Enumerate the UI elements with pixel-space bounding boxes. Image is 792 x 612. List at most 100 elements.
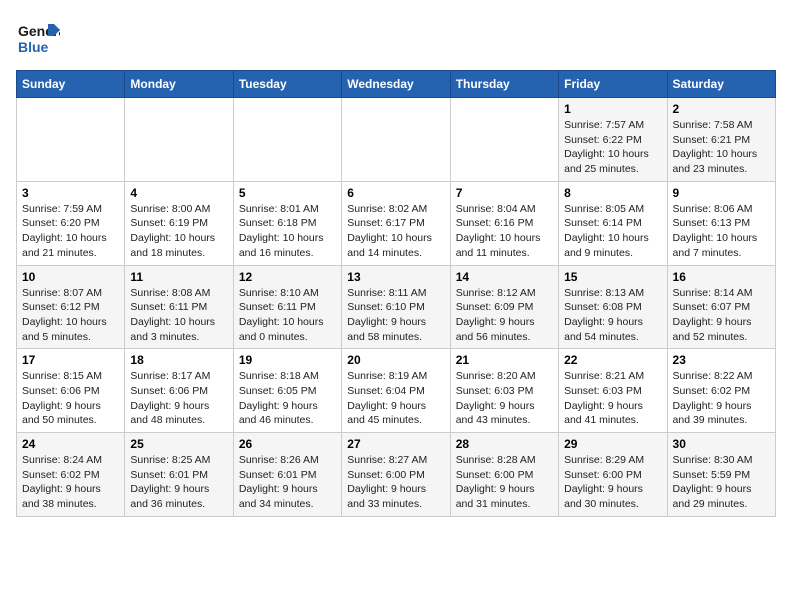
calendar-cell: 30 Sunrise: 8:30 AMSunset: 5:59 PMDayligh… [667,433,775,517]
day-number: 16 [673,270,770,284]
day-info: Sunrise: 8:07 AMSunset: 6:12 PMDaylight:… [22,286,119,345]
day-number: 8 [564,186,661,200]
day-number: 30 [673,437,770,451]
day-info: Sunrise: 8:14 AMSunset: 6:07 PMDaylight:… [673,286,770,345]
calendar-header-row: SundayMondayTuesdayWednesdayThursdayFrid… [17,71,776,98]
weekday-header: Monday [125,71,233,98]
calendar-table: SundayMondayTuesdayWednesdayThursdayFrid… [16,70,776,517]
day-number: 18 [130,353,227,367]
calendar-cell [125,98,233,182]
day-info: Sunrise: 8:29 AMSunset: 6:00 PMDaylight:… [564,453,661,512]
calendar-cell: 25Sunrise: 8:25 AMSunset: 6:01 PMDayligh… [125,433,233,517]
calendar-cell: 16 Sunrise: 8:14 AMSunset: 6:07 PMDayligh… [667,265,775,349]
day-number: 2 [673,102,770,116]
calendar-cell [342,98,450,182]
calendar-cell: 9Sunrise: 8:06 AMSunset: 6:13 PMDaylight… [667,181,775,265]
day-info: Sunrise: 7:58 AMSunset: 6:21 PMDaylight:… [673,118,770,177]
page-header: General Blue [16,16,776,60]
calendar-cell: 11 Sunrise: 8:08 AMSunset: 6:11 PMDayligh… [125,265,233,349]
calendar-cell: 14Sunrise: 8:12 AMSunset: 6:09 PMDayligh… [450,265,558,349]
calendar-cell: 21 Sunrise: 8:20 AMSunset: 6:03 PMDayligh… [450,349,558,433]
day-number: 26 [239,437,336,451]
day-info: Sunrise: 8:08 AMSunset: 6:11 PMDaylight:… [130,286,227,345]
calendar-cell: 1 Sunrise: 7:57 AMSunset: 6:22 PMDaylight… [559,98,667,182]
calendar-cell: 5Sunrise: 8:01 AMSunset: 6:18 PMDaylight… [233,181,341,265]
calendar-cell: 18 Sunrise: 8:17 AMSunset: 6:06 PMDayligh… [125,349,233,433]
calendar-cell: 29 Sunrise: 8:29 AMSunset: 6:00 PMDayligh… [559,433,667,517]
calendar-cell: 3 Sunrise: 7:59 AMSunset: 6:20 PMDaylight… [17,181,125,265]
day-number: 17 [22,353,119,367]
day-number: 11 [130,270,227,284]
day-number: 6 [347,186,444,200]
day-info: Sunrise: 8:01 AMSunset: 6:18 PMDaylight:… [239,202,336,261]
day-number: 28 [456,437,553,451]
calendar-cell: 2 Sunrise: 7:58 AMSunset: 6:21 PMDaylight… [667,98,775,182]
day-number: 12 [239,270,336,284]
day-info: Sunrise: 8:11 AMSunset: 6:10 PMDaylight:… [347,286,444,345]
calendar-cell: 22Sunrise: 8:21 AMSunset: 6:03 PMDayligh… [559,349,667,433]
calendar-cell: 24Sunrise: 8:24 AMSunset: 6:02 PMDayligh… [17,433,125,517]
day-number: 13 [347,270,444,284]
day-info: Sunrise: 8:20 AMSunset: 6:03 PMDaylight:… [456,369,553,428]
calendar-week-row: 24Sunrise: 8:24 AMSunset: 6:02 PMDayligh… [17,433,776,517]
day-number: 27 [347,437,444,451]
day-number: 3 [22,186,119,200]
weekday-header: Tuesday [233,71,341,98]
day-info: Sunrise: 8:25 AMSunset: 6:01 PMDaylight:… [130,453,227,512]
day-number: 21 [456,353,553,367]
day-number: 24 [22,437,119,451]
day-number: 19 [239,353,336,367]
day-number: 20 [347,353,444,367]
calendar-cell [450,98,558,182]
day-info: Sunrise: 8:27 AMSunset: 6:00 PMDaylight:… [347,453,444,512]
calendar-cell: 13 Sunrise: 8:11 AMSunset: 6:10 PMDayligh… [342,265,450,349]
calendar-cell: 6 Sunrise: 8:02 AMSunset: 6:17 PMDaylight… [342,181,450,265]
day-info: Sunrise: 8:05 AMSunset: 6:14 PMDaylight:… [564,202,661,261]
day-info: Sunrise: 8:22 AMSunset: 6:02 PMDaylight:… [673,369,770,428]
day-number: 10 [22,270,119,284]
calendar-cell: 8 Sunrise: 8:05 AMSunset: 6:14 PMDaylight… [559,181,667,265]
day-number: 7 [456,186,553,200]
day-info: Sunrise: 8:30 AMSunset: 5:59 PMDaylight:… [673,453,770,512]
day-info: Sunrise: 8:17 AMSunset: 6:06 PMDaylight:… [130,369,227,428]
weekday-header: Thursday [450,71,558,98]
day-info: Sunrise: 8:26 AMSunset: 6:01 PMDaylight:… [239,453,336,512]
calendar-cell [17,98,125,182]
calendar-cell: 28 Sunrise: 8:28 AMSunset: 6:00 PMDayligh… [450,433,558,517]
calendar-cell: 10 Sunrise: 8:07 AMSunset: 6:12 PMDayligh… [17,265,125,349]
day-info: Sunrise: 8:12 AMSunset: 6:09 PMDaylight:… [456,286,553,345]
day-info: Sunrise: 8:21 AMSunset: 6:03 PMDaylight:… [564,369,661,428]
calendar-week-row: 3 Sunrise: 7:59 AMSunset: 6:20 PMDaylight… [17,181,776,265]
day-info: Sunrise: 7:57 AMSunset: 6:22 PMDaylight:… [564,118,661,177]
day-info: Sunrise: 8:00 AMSunset: 6:19 PMDaylight:… [130,202,227,261]
day-number: 29 [564,437,661,451]
day-number: 15 [564,270,661,284]
calendar-cell: 17 Sunrise: 8:15 AMSunset: 6:06 PMDayligh… [17,349,125,433]
day-info: Sunrise: 8:13 AMSunset: 6:08 PMDaylight:… [564,286,661,345]
calendar-cell: 27 Sunrise: 8:27 AMSunset: 6:00 PMDayligh… [342,433,450,517]
day-info: Sunrise: 8:04 AMSunset: 6:16 PMDaylight:… [456,202,553,261]
calendar-cell: 23Sunrise: 8:22 AMSunset: 6:02 PMDayligh… [667,349,775,433]
calendar-cell: 12 Sunrise: 8:10 AMSunset: 6:11 PMDayligh… [233,265,341,349]
svg-text:Blue: Blue [18,39,49,55]
day-info: Sunrise: 8:15 AMSunset: 6:06 PMDaylight:… [22,369,119,428]
day-info: Sunrise: 8:28 AMSunset: 6:00 PMDaylight:… [456,453,553,512]
day-info: Sunrise: 8:18 AMSunset: 6:05 PMDaylight:… [239,369,336,428]
day-info: Sunrise: 8:06 AMSunset: 6:13 PMDaylight:… [673,202,770,261]
calendar-cell: 20Sunrise: 8:19 AMSunset: 6:04 PMDayligh… [342,349,450,433]
day-info: Sunrise: 8:02 AMSunset: 6:17 PMDaylight:… [347,202,444,261]
calendar-cell: 19 Sunrise: 8:18 AMSunset: 6:05 PMDayligh… [233,349,341,433]
day-info: Sunrise: 7:59 AMSunset: 6:20 PMDaylight:… [22,202,119,261]
calendar-cell: 15 Sunrise: 8:13 AMSunset: 6:08 PMDayligh… [559,265,667,349]
weekday-header: Wednesday [342,71,450,98]
weekday-header: Saturday [667,71,775,98]
calendar-week-row: 1 Sunrise: 7:57 AMSunset: 6:22 PMDaylight… [17,98,776,182]
calendar-cell: 4 Sunrise: 8:00 AMSunset: 6:19 PMDaylight… [125,181,233,265]
logo-icon: General Blue [16,16,60,60]
weekday-header: Friday [559,71,667,98]
day-number: 4 [130,186,227,200]
calendar-cell: 26 Sunrise: 8:26 AMSunset: 6:01 PMDayligh… [233,433,341,517]
weekday-header: Sunday [17,71,125,98]
day-info: Sunrise: 8:10 AMSunset: 6:11 PMDaylight:… [239,286,336,345]
day-number: 1 [564,102,661,116]
